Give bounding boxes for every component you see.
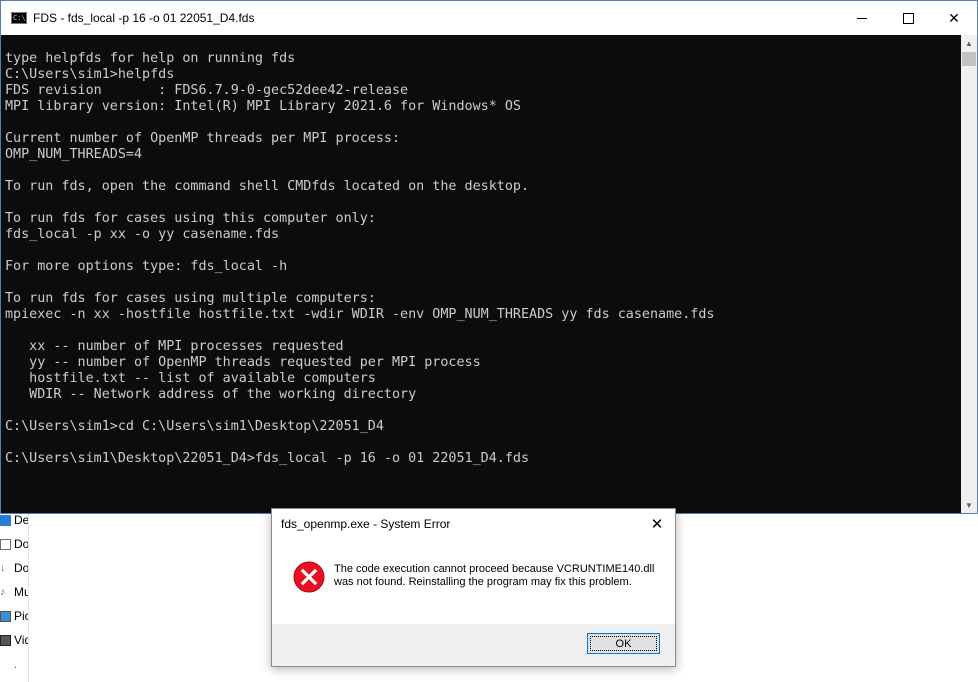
scroll-up-icon[interactable]: ▲ [961, 35, 977, 51]
nav-item-label: Do [14, 537, 28, 551]
minimize-button[interactable] [839, 1, 885, 35]
console-titlebar[interactable]: C:\ FDS - fds_local -p 16 -o 01 22051_D4… [1, 1, 977, 35]
error-icon [293, 561, 325, 593]
nav-item-videos[interactable]: Vid [0, 630, 28, 650]
console-output[interactable]: type helpfds for help on running fds C:\U… [1, 35, 962, 513]
close-icon: ✕ [650, 516, 664, 533]
console-title: FDS - fds_local -p 16 -o 01 22051_D4.fds [33, 11, 255, 25]
ok-button-label: OK [615, 637, 632, 650]
scrollbar-thumb[interactable] [962, 52, 976, 66]
console-line: C:\Users\sim1\Desktop\22051_D4>fds_local… [5, 451, 530, 466]
console-line: To run fds, open the command shell CMDfd… [5, 179, 530, 194]
close-button[interactable]: ✕ [931, 1, 977, 35]
console-line: For more options type: fds_local -h [5, 259, 288, 274]
dialog-title: fds_openmp.exe - System Error [281, 517, 451, 531]
dialog-message: The code execution cannot proceed becaus… [334, 563, 655, 588]
dialog-close-button[interactable]: ✕ [645, 513, 669, 535]
nav-item-pictures[interactable]: Pic [0, 606, 28, 626]
documents-icon [0, 538, 11, 550]
maximize-button[interactable] [885, 1, 931, 35]
pictures-icon [0, 610, 11, 622]
nav-expand-marker: . [14, 660, 17, 671]
videos-icon [0, 634, 11, 646]
nav-item-label: Vid [14, 633, 28, 647]
explorer-nav-pane: De Do ↓ Do ♪ Mu Pic Vid [0, 506, 29, 682]
ok-button[interactable]: OK [587, 633, 660, 654]
console-line: mpiexec -n xx -hostfile hostfile.txt -wd… [5, 307, 715, 322]
nav-item-downloads[interactable]: ↓ Do [0, 558, 28, 578]
console-line: xx -- number of MPI processes requested [5, 339, 344, 354]
console-line: type helpfds for help on running fds [5, 51, 296, 66]
nav-item-label: De [14, 513, 28, 527]
maximize-icon [902, 12, 914, 24]
nav-item-label: Pic [14, 609, 28, 623]
console-line: yy -- number of OpenMP threads requested… [5, 355, 481, 370]
nav-item-label: Do [14, 561, 28, 575]
console-line: Current number of OpenMP threads per MPI… [5, 131, 401, 146]
console-app-icon: C:\ [11, 12, 27, 24]
console-line: To run fds for cases using multiple comp… [5, 291, 376, 306]
dialog-footer: OK [272, 624, 675, 666]
music-icon: ♪ [0, 585, 6, 598]
minimize-icon [857, 17, 867, 19]
close-icon: ✕ [948, 9, 960, 26]
scroll-down-icon[interactable]: ▼ [961, 497, 977, 513]
nav-item-documents[interactable]: Do [0, 534, 28, 554]
nav-item-label: Mu [14, 585, 28, 599]
console-line: To run fds for cases using this computer… [5, 211, 376, 226]
desktop-icon [0, 514, 11, 526]
console-line: fds_local -p xx -o yy casename.fds [5, 227, 280, 242]
console-line: WDIR -- Network address of the working d… [5, 387, 417, 402]
console-line: OMP_NUM_THREADS=4 [5, 147, 143, 162]
console-line: hostfile.txt -- list of available comput… [5, 371, 376, 386]
console-line: C:\Users\sim1>helpfds [5, 67, 175, 82]
console-window[interactable]: C:\ FDS - fds_local -p 16 -o 01 22051_D4… [0, 0, 978, 514]
system-error-dialog[interactable]: fds_openmp.exe - System Error ✕ The code… [271, 508, 676, 667]
console-line: C:\Users\sim1>cd C:\Users\sim1\Desktop\2… [5, 419, 384, 434]
nav-item-music[interactable]: ♪ Mu [0, 582, 28, 602]
console-line: FDS revision : FDS6.7.9-0-gec52dee42-rel… [5, 83, 409, 98]
console-scrollbar[interactable]: ▲ ▼ [961, 35, 977, 513]
downloads-icon: ↓ [0, 561, 6, 574]
console-line: MPI library version: Intel(R) MPI Librar… [5, 99, 521, 114]
